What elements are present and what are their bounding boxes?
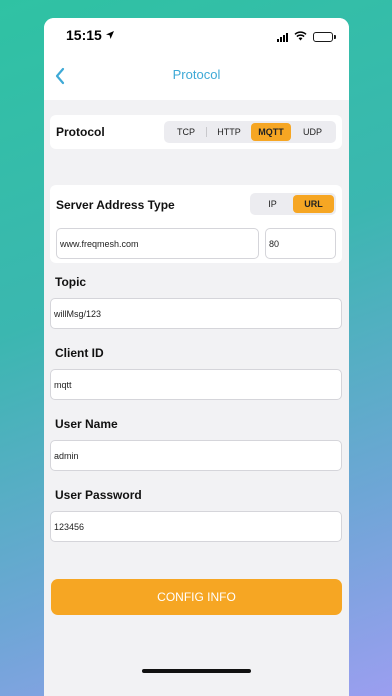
address-type-segmented-control: IP URL	[250, 193, 336, 215]
nav-bar: Protocol	[44, 52, 349, 100]
user-name-input[interactable]: admin	[50, 440, 342, 471]
client-id-input[interactable]: mqtt	[50, 369, 342, 400]
server-address-type-label: Server Address Type	[56, 198, 175, 212]
battery-icon	[313, 32, 336, 42]
location-arrow-icon	[105, 27, 115, 45]
address-type-ip[interactable]: IP	[252, 195, 293, 213]
status-time: 15:15	[66, 27, 102, 43]
home-indicator	[142, 669, 251, 673]
protocol-label: Protocol	[56, 125, 105, 139]
protocol-segmented-control: TCP HTTP MQTT UDP	[164, 121, 336, 143]
cellular-signal-icon	[277, 32, 288, 42]
page-title: Protocol	[172, 67, 221, 82]
protocol-card: Protocol TCP HTTP MQTT UDP	[50, 115, 342, 149]
client-id-label: Client ID	[55, 346, 104, 360]
topic-label: Topic	[55, 275, 87, 289]
wifi-icon	[294, 28, 307, 46]
user-name-label: User Name	[55, 417, 118, 431]
server-port-input[interactable]: 80	[265, 228, 336, 259]
phone-screen: 15:15 Protocol Protocol TCP HTTP MQTT UD…	[44, 18, 349, 696]
protocol-option-http[interactable]: HTTP	[207, 123, 251, 141]
status-bar: 15:15	[44, 18, 349, 52]
protocol-option-mqtt[interactable]: MQTT	[251, 123, 291, 141]
user-password-label: User Password	[55, 488, 142, 502]
topic-input[interactable]: willMsg/123	[50, 298, 342, 329]
server-host-input[interactable]: www.freqmesh.com	[56, 228, 259, 259]
config-info-button[interactable]: CONFIG INFO	[51, 579, 342, 615]
protocol-option-tcp[interactable]: TCP	[166, 123, 206, 141]
address-type-url[interactable]: URL	[293, 195, 334, 213]
status-icons	[277, 28, 336, 46]
user-password-input[interactable]: 123456	[50, 511, 342, 542]
protocol-option-udp[interactable]: UDP	[291, 123, 334, 141]
server-address-card: Server Address Type IP URL www.freqmesh.…	[50, 185, 342, 263]
